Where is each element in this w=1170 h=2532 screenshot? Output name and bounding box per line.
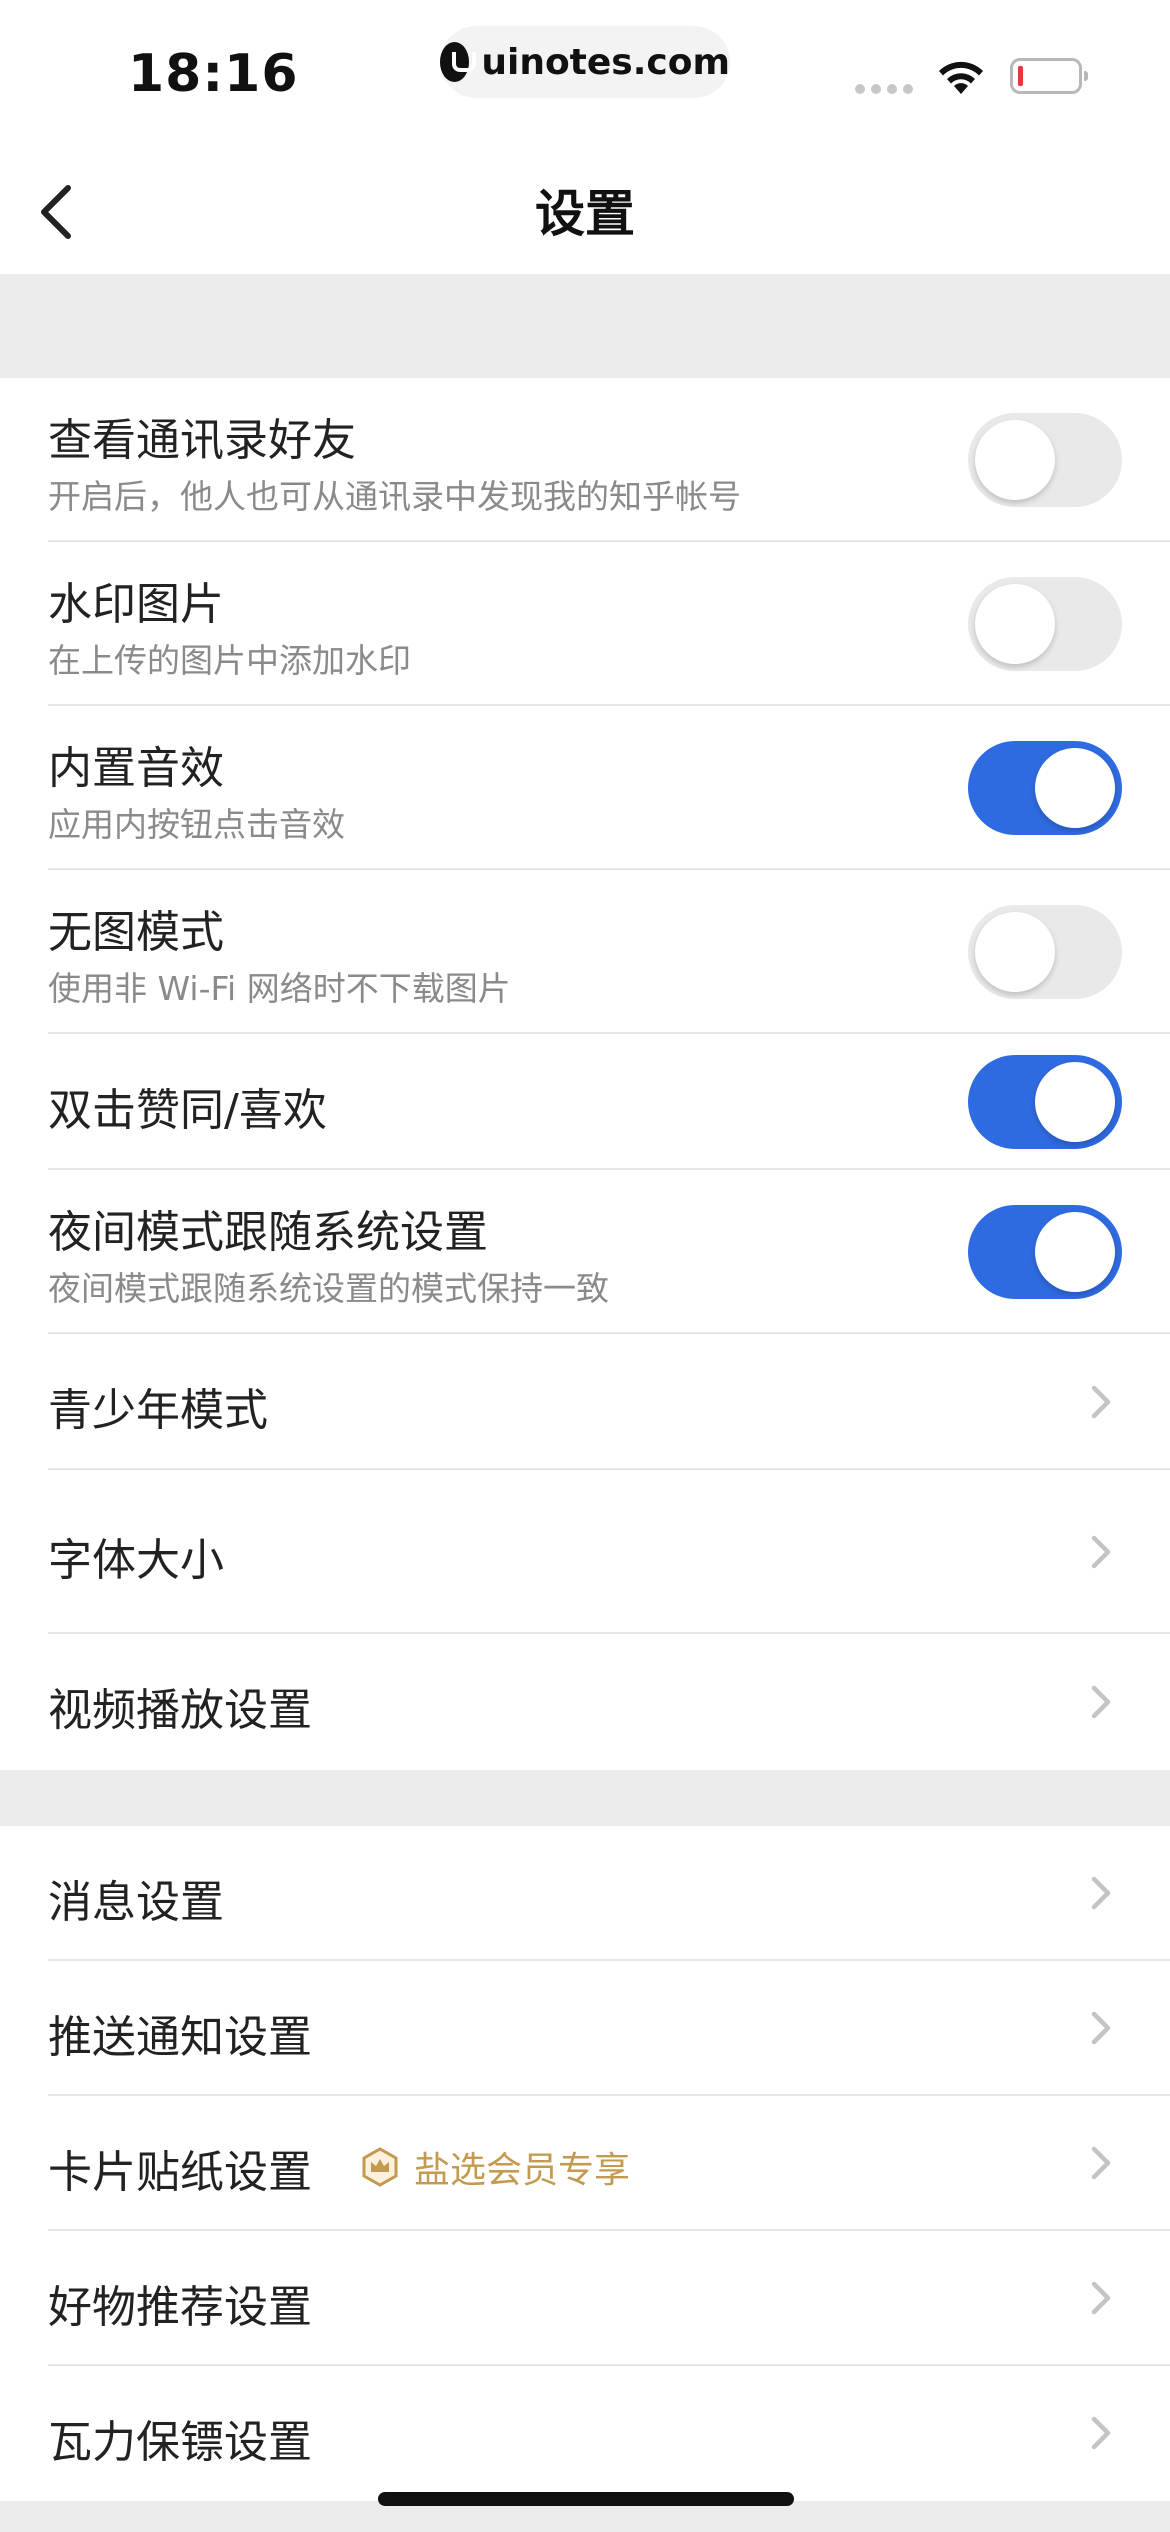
setting-title: 推送通知设置 (48, 2012, 312, 2063)
setting-title: 卡片贴纸设置 (48, 2147, 312, 2198)
setting-row-contacts-friends[interactable]: 查看通讯录好友 开启后，他人也可从通讯录中发现我的知乎帐号 (0, 378, 1170, 542)
chevron-right-icon (1091, 2011, 1111, 2045)
toggle-knob (975, 912, 1055, 992)
chevron-right-icon (1091, 1385, 1111, 1419)
no-image-mode-toggle[interactable] (968, 905, 1122, 999)
setting-row-no-image-mode[interactable]: 无图模式 使用非 Wi-Fi 网络时不下载图片 (0, 870, 1170, 1034)
vip-badge: 盐选会员专享 (360, 2141, 630, 2193)
setting-row-font-size[interactable]: 字体大小 (0, 1470, 1170, 1634)
toggle-knob (1035, 748, 1115, 828)
setting-title: 水印图片 (48, 579, 224, 630)
setting-row-card-sticker[interactable]: 卡片贴纸设置 盐选会员专享 (0, 2096, 1170, 2231)
page-title: 设置 (535, 185, 635, 243)
chevron-right-icon (1091, 2281, 1111, 2315)
battery-icon (1010, 58, 1088, 94)
vip-badge-text: 盐选会员专享 (414, 2150, 631, 2191)
settings-section-notifications: 消息设置 推送通知设置 卡片贴纸设置 盐选会员专享 好物推荐设置 瓦力保镖设置 (0, 1826, 1170, 2501)
settings-screen: 18:16 uinotes.com 设置 查看通讯录好友 开启后，他人也可从通讯… (0, 0, 1170, 2532)
night-mode-follow-toggle[interactable] (968, 1205, 1122, 1299)
setting-row-push-notification[interactable]: 推送通知设置 (0, 1961, 1170, 2096)
setting-title: 无图模式 (48, 907, 224, 958)
chevron-right-icon (1091, 1876, 1111, 1910)
setting-row-message[interactable]: 消息设置 (0, 1826, 1170, 1961)
setting-subtitle: 开启后，他人也可从通讯录中发现我的知乎帐号 (48, 477, 741, 516)
setting-subtitle: 应用内按钮点击音效 (48, 805, 345, 844)
sound-effects-toggle[interactable] (968, 741, 1122, 835)
setting-subtitle: 夜间模式跟随系统设置的模式保持一致 (48, 1269, 609, 1308)
setting-title: 双击赞同/喜欢 (48, 1085, 327, 1136)
toggle-knob (975, 420, 1055, 500)
setting-title: 消息设置 (48, 1877, 224, 1928)
setting-title: 夜间模式跟随系统设置 (48, 1207, 488, 1258)
setting-title: 视频播放设置 (48, 1685, 312, 1736)
setting-row-teen-mode[interactable]: 青少年模式 (0, 1334, 1170, 1470)
home-indicator (378, 2492, 794, 2506)
settings-section-general: 查看通讯录好友 开启后，他人也可从通讯录中发现我的知乎帐号 水印图片 在上传的图… (0, 378, 1170, 1770)
url-pill[interactable]: uinotes.com (440, 26, 730, 98)
setting-title: 好物推荐设置 (48, 2282, 312, 2333)
setting-title: 字体大小 (48, 1535, 224, 1586)
watermark-toggle[interactable] (968, 577, 1122, 671)
chevron-right-icon (1091, 2416, 1111, 2450)
setting-title: 内置音效 (48, 743, 224, 794)
cellular-signal-icon (855, 84, 913, 94)
setting-row-watermark[interactable]: 水印图片 在上传的图片中添加水印 (0, 542, 1170, 706)
setting-title: 瓦力保镖设置 (48, 2417, 312, 2468)
setting-row-night-mode-follow[interactable]: 夜间模式跟随系统设置 夜间模式跟随系统设置的模式保持一致 (0, 1170, 1170, 1334)
setting-row-video-playback[interactable]: 视频播放设置 (0, 1634, 1170, 1770)
chevron-right-icon (1091, 1535, 1111, 1569)
wifi-icon (939, 61, 983, 94)
setting-subtitle: 在上传的图片中添加水印 (48, 641, 411, 680)
url-text: uinotes.com (481, 41, 730, 83)
setting-row-wali-guard[interactable]: 瓦力保镖设置 (0, 2366, 1170, 2501)
status-bar: 18:16 uinotes.com (0, 0, 1170, 150)
toggle-knob (975, 584, 1055, 664)
chevron-right-icon (1091, 1685, 1111, 1719)
setting-row-product-recommend[interactable]: 好物推荐设置 (0, 2231, 1170, 2366)
chevron-right-icon (1091, 2146, 1111, 2180)
crown-icon (362, 2147, 398, 2187)
toggle-knob (1035, 1212, 1115, 1292)
setting-subtitle: 使用非 Wi-Fi 网络时不下载图片 (48, 969, 511, 1008)
contacts-friends-toggle[interactable] (968, 413, 1122, 507)
double-tap-like-toggle[interactable] (968, 1055, 1122, 1149)
status-time: 18:16 (128, 44, 299, 104)
setting-row-sound-effects[interactable]: 内置音效 应用内按钮点击音效 (0, 706, 1170, 870)
toggle-knob (1035, 1062, 1115, 1142)
setting-title: 查看通讯录好友 (48, 415, 356, 466)
nav-bar: 设置 (0, 150, 1170, 274)
site-logo-icon (440, 42, 477, 82)
setting-title: 青少年模式 (48, 1385, 268, 1436)
setting-row-double-tap-like[interactable]: 双击赞同/喜欢 (0, 1034, 1170, 1170)
